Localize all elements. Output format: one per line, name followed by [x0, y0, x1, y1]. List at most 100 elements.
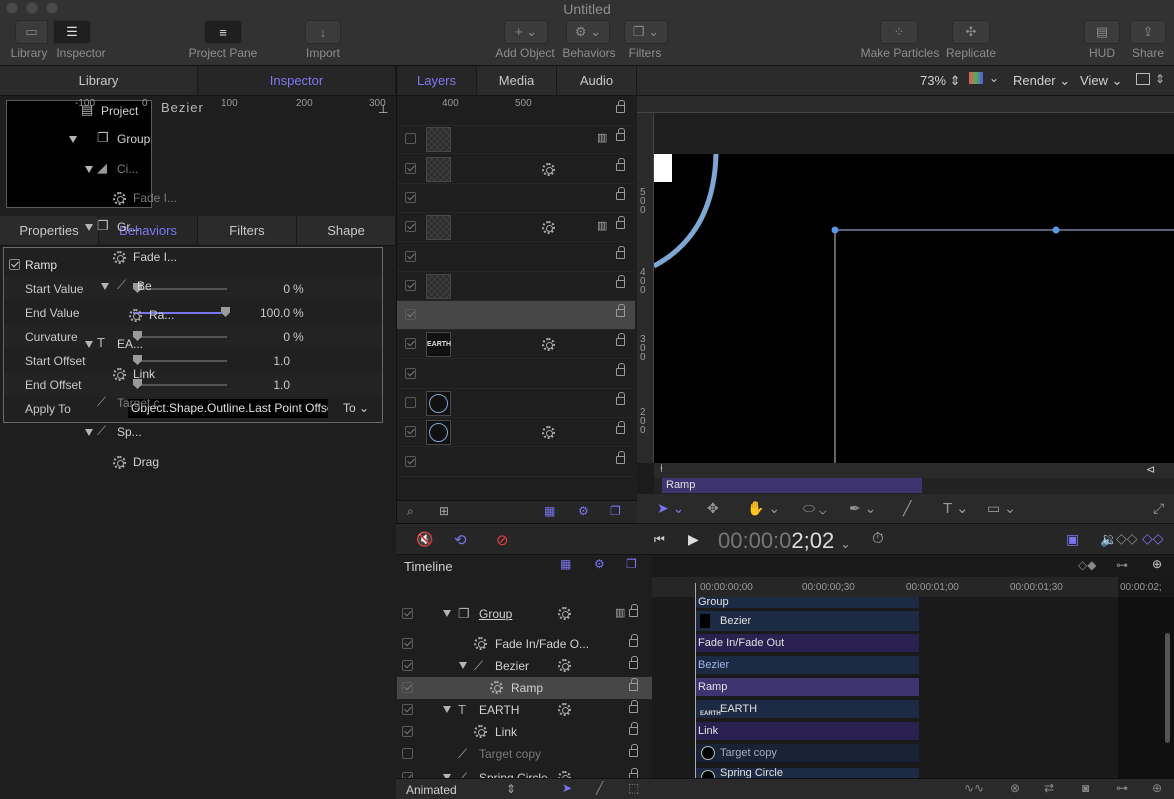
tab-audio[interactable]: Audio: [557, 66, 637, 95]
timecode-display[interactable]: 00:00:02;02 ⌄: [718, 528, 850, 554]
timeline-layer-checkbox[interactable]: [402, 660, 413, 671]
paint-tool-icon[interactable]: ╱: [903, 500, 911, 517]
layer-enable-checkbox[interactable]: [405, 192, 416, 203]
lock-icon[interactable]: [629, 722, 638, 735]
tab-filters[interactable]: Filters: [198, 216, 297, 245]
lock-icon[interactable]: [616, 392, 625, 405]
layer-name[interactable]: Target c...: [117, 396, 170, 410]
timeline-layer-name[interactable]: Ramp: [511, 681, 543, 695]
lock-icon[interactable]: [616, 128, 625, 141]
lock-icon[interactable]: [629, 744, 638, 757]
param-value[interactable]: 100.0: [230, 306, 290, 320]
behaviors-icon[interactable]: ⚙: [594, 557, 605, 571]
zoom-level[interactable]: 73% ⇕: [920, 73, 961, 89]
keyframe-icon[interactable]: ◇◇: [1116, 530, 1138, 547]
select-tool-icon[interactable]: ➤: [562, 781, 572, 795]
timeline-layer-row[interactable]: T EARTH: [397, 699, 652, 721]
timeline-bar[interactable]: EARTH EARTH: [696, 700, 919, 718]
filmstrip-icon[interactable]: ▣: [1066, 531, 1079, 548]
new-group-icon[interactable]: ⊞: [439, 504, 449, 518]
param-value[interactable]: 0: [230, 282, 290, 296]
tab-behaviors[interactable]: Behaviors: [99, 216, 198, 245]
timeline-layer-row[interactable]: ❐ Group ▥: [397, 603, 652, 625]
behaviors-button[interactable]: ⚙ ⌄: [566, 20, 610, 44]
timeline-layer-checkbox[interactable]: [402, 726, 413, 737]
lock-icon[interactable]: [616, 451, 625, 464]
timeline-bar[interactable]: Ramp: [696, 678, 919, 696]
timeline-layer-checkbox[interactable]: [402, 638, 413, 649]
mini-timeline-bar[interactable]: Ramp: [662, 478, 922, 493]
pen-tool-icon[interactable]: ╱: [596, 781, 603, 795]
transform-tool-icon[interactable]: ✥: [707, 500, 719, 517]
layer-enable-checkbox[interactable]: [405, 309, 416, 320]
snapping-icon[interactable]: ⊶: [1116, 781, 1128, 795]
playhead-marker-icon[interactable]: ⍿: [660, 463, 663, 476]
scrollbar[interactable]: [1165, 633, 1170, 743]
snapping-icon[interactable]: ⊶: [1116, 558, 1128, 572]
param-value[interactable]: 1.0: [230, 354, 290, 368]
timeline-layer-checkbox[interactable]: [402, 748, 413, 759]
layer-row[interactable]: Link: [113, 360, 635, 389]
layer-name[interactable]: Link: [133, 367, 155, 381]
layer-row[interactable]: ❐ Gr... ▥: [85, 213, 635, 242]
lock-icon[interactable]: [616, 246, 625, 259]
lock-icon[interactable]: [629, 604, 638, 617]
layer-enable-checkbox[interactable]: [405, 338, 416, 349]
search-icon[interactable]: ⌕: [407, 504, 414, 519]
expand-icon[interactable]: ⤢: [1153, 500, 1164, 517]
out-point-marker-icon[interactable]: ⊲: [1146, 463, 1155, 476]
layer-name[interactable]: Be: [137, 279, 152, 293]
view-menu[interactable]: View ⌄: [1080, 73, 1122, 89]
timeline-layer-name[interactable]: Fade In/Fade O...: [495, 637, 589, 651]
layer-row[interactable]: Fade I...: [113, 184, 635, 213]
play-button[interactable]: ▶: [688, 531, 699, 548]
disclosure-triangle-icon[interactable]: [443, 610, 451, 617]
layer-name[interactable]: Fade I...: [133, 250, 177, 264]
lock-icon[interactable]: [616, 100, 625, 113]
timeline-layer-name[interactable]: Link: [495, 725, 517, 739]
param-slider[interactable]: [133, 379, 227, 389]
mini-timeline[interactable]: ⍿ ⊲: [654, 463, 1174, 478]
inspector-toggle-button[interactable]: ☰: [53, 20, 91, 44]
behaviors-icon[interactable]: ⚙: [578, 504, 589, 518]
param-value[interactable]: 0: [230, 330, 290, 344]
go-to-start-button[interactable]: ⏮: [654, 532, 665, 547]
layer-name[interactable]: Project: [101, 104, 138, 118]
waveform-icon[interactable]: ∿∿: [964, 781, 984, 795]
animated-menu[interactable]: Animated: [406, 783, 457, 797]
layer-row[interactable]: ⟋ Be: [101, 272, 635, 301]
canvas-stage[interactable]: [654, 154, 1174, 463]
layer-enable-checkbox[interactable]: [405, 280, 416, 291]
project-pane-button[interactable]: ≡: [204, 20, 242, 44]
timeline-layer-row[interactable]: Ramp: [397, 677, 652, 699]
timeline-layer-checkbox[interactable]: [402, 608, 413, 619]
replicate-button[interactable]: ✣: [952, 20, 990, 44]
group-type-icon[interactable]: ▥: [597, 131, 607, 144]
zoom-icon[interactable]: ⊕: [1152, 781, 1162, 795]
layer-enable-checkbox[interactable]: [405, 368, 416, 379]
add-object-button[interactable]: + ⌄: [504, 20, 548, 44]
layer-name[interactable]: Drag: [133, 455, 159, 469]
disclosure-triangle-icon[interactable]: [69, 136, 77, 143]
layer-name[interactable]: Ci...: [117, 162, 138, 176]
layer-enable-checkbox[interactable]: [405, 397, 416, 408]
disclosure-triangle-icon[interactable]: [85, 429, 93, 436]
disclosure-triangle-icon[interactable]: [443, 706, 451, 713]
retime-icon[interactable]: ⇄: [1044, 781, 1054, 795]
keyframe-nav-icon[interactable]: ◇◆: [1078, 558, 1096, 572]
lock-icon[interactable]: [629, 656, 638, 669]
timeline-layer-row[interactable]: ⟋ Target copy: [397, 743, 652, 765]
apply-to-menu[interactable]: To ⌄: [331, 399, 381, 418]
zoom-icon[interactable]: ⊕: [1152, 557, 1162, 571]
group-type-icon[interactable]: ▥: [597, 219, 607, 232]
timeline-bar[interactable]: Group: [696, 597, 919, 608]
marquee-tool-icon[interactable]: ⬚: [628, 781, 639, 795]
tab-library[interactable]: Library: [0, 66, 198, 95]
pan-tool-icon[interactable]: ✋ ⌄: [747, 500, 780, 517]
lock-icon[interactable]: [616, 275, 625, 288]
import-button[interactable]: ↓: [305, 20, 341, 44]
tab-inspector[interactable]: Inspector: [198, 66, 396, 95]
disclosure-triangle-icon[interactable]: [85, 224, 93, 231]
layer-enable-checkbox[interactable]: [405, 251, 416, 262]
layer-row[interactable]: Ra...: [129, 301, 635, 330]
